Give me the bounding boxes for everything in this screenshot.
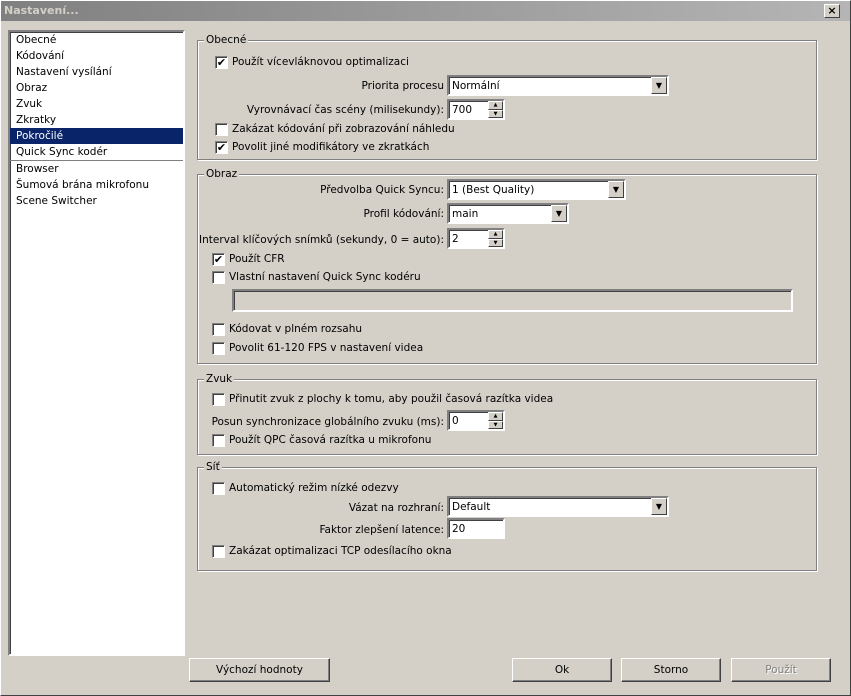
buffer-spinbox[interactable]: 700 ▲ ▼ (447, 99, 505, 120)
ok-button[interactable]: Ok (512, 658, 612, 682)
sidebar-item-zvuk[interactable]: Zvuk (10, 96, 183, 112)
priority-value: Normální (452, 80, 500, 92)
disable-tcp-opt-checkbox[interactable] (212, 545, 225, 558)
chevron-down-icon[interactable]: ▼ (608, 181, 624, 198)
qpc-label: Použít QPC časová razítka u mikrofonu (229, 434, 432, 446)
sidebar-item-nastaveni-vysilani[interactable]: Nastavení vysílání (10, 64, 183, 80)
sidebar-item-kodovani[interactable]: Kódování (10, 48, 183, 64)
group-title: Obraz (204, 168, 240, 180)
allow-modifiers-checkbox[interactable]: ✔ (215, 141, 228, 154)
audio-group: Zvuk Přinutit zvuk z plochy k tomu, aby … (197, 373, 817, 455)
title-bar: Nastavení... (0, 0, 851, 21)
sidebar-item-quick-sync[interactable]: Quick Sync kodér (10, 144, 183, 160)
sidebar-item-browser[interactable]: Browser (10, 161, 183, 177)
sidebar-item-zkratky[interactable]: Zkratky (10, 112, 183, 128)
disable-preview-encoding-checkbox[interactable] (215, 123, 228, 136)
priority-dropdown[interactable]: Normální ▼ (447, 75, 669, 96)
allow-modifiers-label: Povolit jiné modifikátory ve zkratkách (232, 141, 430, 153)
full-range-checkbox[interactable] (212, 323, 225, 336)
cancel-button[interactable]: Storno (621, 658, 721, 682)
custom-settings-input[interactable] (232, 289, 793, 312)
keyint-label: Interval klíčových snímků (sekundy, 0 = … (199, 234, 444, 246)
low-latency-label: Automatický režim nízké odezvy (229, 482, 399, 494)
spin-down-icon[interactable]: ▼ (488, 238, 503, 247)
network-group: Síť Automatický režim nízké odezvy Vázat… (197, 461, 817, 571)
sidebar-item-pokrocile[interactable]: Pokročilé (10, 128, 183, 144)
group-title: Síť (204, 461, 222, 473)
settings-category-list[interactable]: Obecné Kódování Nastavení vysílání Obraz… (8, 30, 185, 656)
window-title: Nastavení... (4, 4, 79, 17)
defaults-button[interactable]: Výchozí hodnoty (189, 658, 330, 682)
sidebar-item-scene-switcher[interactable]: Scene Switcher (10, 193, 183, 209)
latency-factor-input[interactable]: 20 (447, 518, 505, 539)
close-button[interactable]: × (824, 4, 840, 18)
audio-offset-label: Posun synchronizace globálního zvuku (ms… (211, 416, 444, 428)
apply-button[interactable]: Použít (731, 658, 831, 682)
spin-up-icon[interactable]: ▲ (488, 230, 503, 239)
spin-up-icon[interactable]: ▲ (488, 412, 503, 421)
multithread-checkbox[interactable]: ✔ (215, 56, 228, 69)
bind-interface-value: Default (452, 501, 491, 513)
chevron-down-icon[interactable]: ▼ (551, 205, 567, 222)
video-group: Obraz Předvolba Quick Syncu: 1 (Best Qua… (197, 168, 817, 364)
spin-up-icon[interactable]: ▲ (488, 101, 503, 110)
cfr-label: Použít CFR (229, 253, 285, 265)
profile-value: main (452, 208, 479, 220)
bind-interface-label: Vázat na rozhraní: (348, 502, 444, 514)
sidebar-item-noise-gate[interactable]: Šumová brána mikrofonu (10, 177, 183, 193)
chevron-down-icon[interactable]: ▼ (651, 77, 667, 94)
bind-interface-dropdown[interactable]: Default ▼ (447, 496, 669, 517)
group-title: Obecné (204, 34, 249, 46)
latency-factor-label: Faktor zlepšení latence: (319, 524, 444, 536)
force-timestamps-label: Přinutit zvuk z plochy k tomu, aby použi… (229, 393, 554, 405)
keyint-spinbox[interactable]: 2 ▲ ▼ (447, 228, 505, 249)
audio-offset-value: 0 (452, 415, 459, 427)
full-range-label: Kódovat v plném rozsahu (229, 323, 363, 335)
high-fps-checkbox[interactable] (212, 342, 225, 355)
keyint-value: 2 (452, 233, 459, 245)
spin-down-icon[interactable]: ▼ (488, 109, 503, 118)
general-group: Obecné ✔ Použít vícevláknovou optimaliza… (197, 34, 817, 160)
audio-offset-spinbox[interactable]: 0 ▲ ▼ (447, 410, 505, 431)
buffer-value: 700 (452, 104, 473, 116)
chevron-down-icon[interactable]: ▼ (651, 498, 667, 515)
profile-dropdown[interactable]: main ▼ (447, 203, 569, 224)
buffer-label: Vyrovnávací čas scény (milisekundy): (246, 104, 444, 116)
preset-value: 1 (Best Quality) (452, 184, 535, 196)
profile-label: Profil kódování: (363, 208, 444, 220)
preset-label: Předvolba Quick Syncu: (320, 184, 444, 196)
disable-tcp-opt-label: Zakázat optimalizaci TCP odesílacího okn… (229, 545, 452, 557)
group-title: Zvuk (204, 373, 235, 385)
custom-settings-checkbox[interactable] (212, 271, 225, 284)
force-timestamps-checkbox[interactable] (212, 393, 225, 406)
low-latency-checkbox[interactable] (212, 482, 225, 495)
disable-preview-encoding-label: Zakázat kódování při zobrazování náhledu (232, 123, 455, 135)
high-fps-label: Povolit 61-120 FPS v nastavení videa (229, 342, 424, 354)
preset-dropdown[interactable]: 1 (Best Quality) ▼ (447, 179, 626, 200)
cfr-checkbox[interactable]: ✔ (212, 253, 225, 266)
custom-settings-label: Vlastní nastavení Quick Sync kodéru (229, 271, 421, 283)
multithread-label: Použít vícevláknovou optimalizaci (232, 56, 409, 68)
qpc-checkbox[interactable] (212, 434, 225, 447)
spin-down-icon[interactable]: ▼ (488, 420, 503, 429)
sidebar-item-obraz[interactable]: Obraz (10, 80, 183, 96)
sidebar-item-obecne[interactable]: Obecné (10, 32, 183, 48)
priority-label: Priorita procesu (361, 80, 444, 92)
